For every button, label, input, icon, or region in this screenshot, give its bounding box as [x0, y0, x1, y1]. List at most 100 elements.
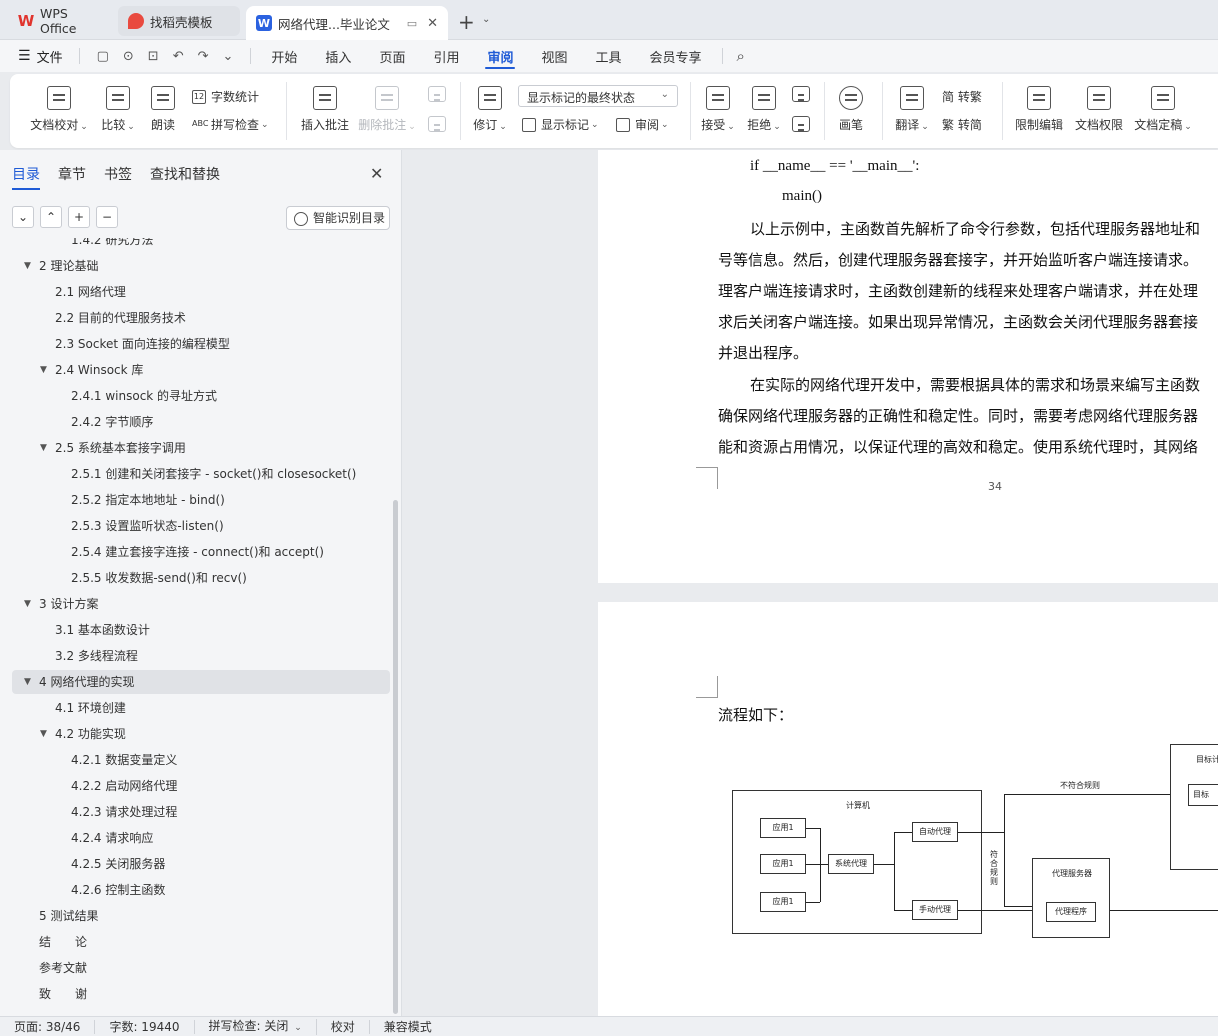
document-page[interactable]: 流程如下： 计算机 应用1 应用1 应用1 系统代理 自动代理 手动代理 不符合… [598, 602, 1218, 1016]
delete-comment-button[interactable]: 删除批注 ⌄ [358, 86, 416, 133]
expand-arrow-icon[interactable]: ▼ [24, 254, 31, 278]
menu-reference[interactable]: 引用 [419, 40, 473, 72]
add-heading-button[interactable]: + [68, 206, 90, 228]
restrict-edit-button[interactable]: 限制编辑 [1012, 86, 1066, 133]
nav-tab-chapters[interactable]: 章节 [58, 164, 86, 190]
insert-comment-button[interactable]: 插入批注 [298, 86, 352, 133]
proofread-indicator[interactable]: 校对 [317, 1019, 370, 1034]
word-count-indicator[interactable]: 字数: 19440 [95, 1019, 195, 1034]
nav-tab-find-replace[interactable]: 查找和替换 [150, 164, 220, 190]
smart-toc-button[interactable]: 智能识别目录 [286, 206, 390, 230]
doc-final-button[interactable]: 文档定稿 ⌄ [1132, 86, 1194, 133]
menu-home[interactable]: 开始 [257, 40, 311, 72]
markup-state-select[interactable]: 显示标记的最终状态 ⌄ [518, 85, 678, 107]
to-traditional-button[interactable]: 简 转繁 [942, 88, 982, 105]
tab-wps-office[interactable]: W WPS Office [8, 6, 114, 36]
reject-button[interactable]: 拒绝 ⌄ [744, 86, 784, 133]
prev-change-button[interactable] [790, 86, 812, 108]
doc-permission-button[interactable]: 文档权限 [1072, 86, 1126, 133]
spell-check-indicator[interactable]: 拼写检查: 关闭 ⌄ [195, 1018, 317, 1035]
close-pane-icon[interactable]: ✕ [370, 164, 383, 183]
doc-check-button[interactable]: 文档校对 ⌄ [28, 86, 90, 133]
toc-item[interactable]: 致 谢 [12, 982, 390, 1006]
toc-item[interactable]: ▼ 2 理论基础 [12, 254, 390, 278]
tab-document[interactable]: W 网络代理...毕业论文 ▭ ✕ [246, 6, 448, 40]
expand-arrow-icon[interactable]: ▼ [24, 670, 31, 694]
toc-item[interactable]: 1.4.2 研究方法 [12, 238, 390, 252]
chevron-down-icon[interactable]: ⌄ [223, 49, 234, 64]
collapse-all-button[interactable]: ⌄ [12, 206, 34, 228]
pen-button[interactable]: 画笔 [836, 86, 866, 133]
new-tab-icon[interactable]: + [458, 10, 475, 34]
toc-item[interactable]: 2.4.1 winsock 的寻址方式 [12, 384, 390, 408]
toc-item[interactable]: ▼ 4 网络代理的实现 [12, 670, 390, 694]
toc-item[interactable]: 2.5.4 建立套接字连接 - connect()和 accept() [12, 540, 390, 564]
next-change-button[interactable] [790, 116, 812, 138]
read-aloud-button[interactable]: 朗读 [148, 86, 178, 133]
toc-item[interactable]: ▼ 2.4 Winsock 库 [12, 358, 390, 382]
toc-item[interactable]: 4.1 环境创建 [12, 696, 390, 720]
review-pane-button[interactable]: 审阅 ⌄ [616, 116, 669, 133]
move-up-button[interactable]: ⌃ [40, 206, 62, 228]
menu-insert[interactable]: 插入 [311, 40, 365, 72]
tab-template[interactable]: 找稻壳模板 [118, 6, 240, 36]
toc-item[interactable]: 3.2 多线程流程 [12, 644, 390, 668]
toc-item[interactable]: 2.1 网络代理 [12, 280, 390, 304]
menu-review[interactable]: 审阅 [473, 40, 527, 72]
close-tab-icon[interactable]: ✕ [427, 16, 438, 31]
toc-item[interactable]: 2.4.2 字节顺序 [12, 410, 390, 434]
menu-page[interactable]: 页面 [365, 40, 419, 72]
print-preview-icon[interactable]: ⊡ [148, 49, 159, 64]
save-icon[interactable]: ▢ [97, 49, 109, 64]
prev-comment-button[interactable] [426, 86, 448, 108]
remove-heading-button[interactable]: − [96, 206, 118, 228]
revise-button[interactable]: 修订 ⌄ [470, 86, 510, 133]
menu-view[interactable]: 视图 [527, 40, 581, 72]
toc-item[interactable]: 结 论 [12, 930, 390, 954]
toc-item[interactable]: 4.2.1 数据变量定义 [12, 748, 390, 772]
show-markup-button[interactable]: 显示标记 ⌄ [522, 116, 599, 133]
to-simplified-button[interactable]: 繁 转简 [942, 116, 982, 133]
toc-item[interactable]: ▼ 4.2 功能实现 [12, 722, 390, 746]
redo-icon[interactable]: ↷ [198, 49, 209, 64]
toc-item[interactable]: ▼ 3 设计方案 [12, 592, 390, 616]
chevron-down-icon[interactable]: ⌄ [482, 14, 490, 25]
toc-item[interactable]: 4.2.5 关闭服务器 [12, 852, 390, 876]
toc-scrollbar[interactable] [393, 500, 398, 1014]
toc-item[interactable]: ▼ 2.5 系统基本套接字调用 [12, 436, 390, 460]
toc-item[interactable]: 参考文献 [12, 956, 390, 980]
next-comment-button[interactable] [426, 116, 448, 138]
file-menu[interactable]: ☰ 文件 [0, 47, 73, 66]
toc-item[interactable]: 4.2.6 控制主函数 [12, 878, 390, 902]
menu-member[interactable]: 会员专享 [636, 40, 716, 72]
accept-button[interactable]: 接受 ⌄ [698, 86, 738, 133]
expand-arrow-icon[interactable]: ▼ [40, 722, 47, 746]
spell-check-button[interactable]: ABC 拼写检查 ⌄ [192, 116, 269, 133]
toc-item[interactable]: 2.3 Socket 面向连接的编程模型 [12, 332, 390, 356]
toc-item[interactable]: 2.5.1 创建和关闭套接字 - socket()和 closesocket() [12, 462, 390, 486]
expand-arrow-icon[interactable]: ▼ [40, 436, 47, 460]
toc-item[interactable]: 4.2.4 请求响应 [12, 826, 390, 850]
toc-item[interactable]: 2.2 目前的代理服务技术 [12, 306, 390, 330]
expand-arrow-icon[interactable]: ▼ [24, 592, 31, 616]
search-icon[interactable]: ⌕ [729, 47, 753, 65]
toc-item[interactable]: 4.2.3 请求处理过程 [12, 800, 390, 824]
toc-item[interactable]: 2.5.3 设置监听状态-listen() [12, 514, 390, 538]
share-icon[interactable]: ⊙ [123, 49, 134, 64]
toc-item[interactable]: 2.5.2 指定本地地址 - bind() [12, 488, 390, 512]
compare-button[interactable]: 比较 ⌄ [98, 86, 138, 133]
expand-arrow-icon[interactable]: ▼ [40, 358, 47, 382]
nav-tab-toc[interactable]: 目录 [12, 164, 40, 190]
toc-item[interactable]: 4.2.2 启动网络代理 [12, 774, 390, 798]
word-count-button[interactable]: 12 字数统计 [192, 88, 259, 105]
nav-tab-bookmarks[interactable]: 书签 [104, 164, 132, 190]
menu-tools[interactable]: 工具 [582, 40, 636, 72]
page-indicator[interactable]: 页面: 38/46 [0, 1019, 96, 1034]
toc-item[interactable]: 5 测试结果 [12, 904, 390, 928]
translate-button[interactable]: 翻译 ⌄ [892, 86, 932, 133]
undo-icon[interactable]: ↶ [173, 49, 184, 64]
window-mode-icon[interactable]: ▭ [407, 17, 417, 30]
toc-item[interactable]: 3.1 基本函数设计 [12, 618, 390, 642]
toc-item[interactable]: 2.5.5 收发数据-send()和 recv() [12, 566, 390, 590]
document-page[interactable]: if __name__ == '__main__': main() 以上示例中，… [598, 150, 1218, 583]
